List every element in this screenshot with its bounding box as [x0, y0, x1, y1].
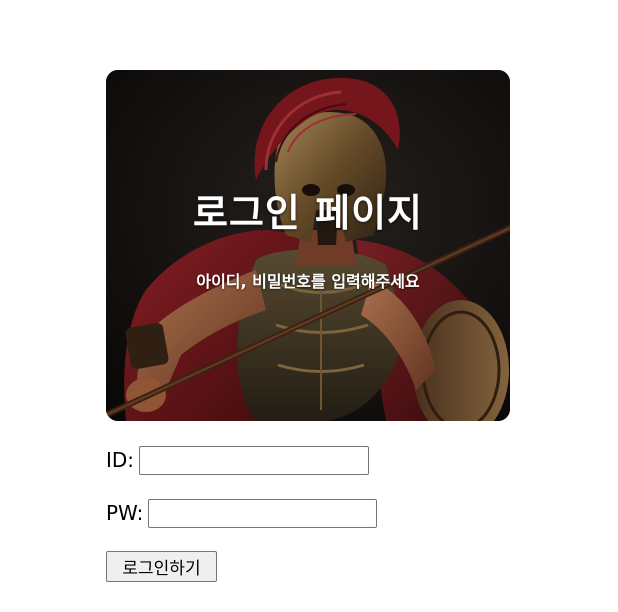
- id-row: ID:: [106, 446, 370, 475]
- page-subtitle: 아이디, 비밀번호를 입력해주세요: [196, 272, 420, 291]
- pw-input[interactable]: [148, 499, 378, 528]
- hero-banner: 로그인 페이지 아이디, 비밀번호를 입력해주세요: [106, 70, 510, 421]
- page-title: 로그인 페이지: [193, 191, 423, 235]
- pw-label: PW:: [106, 501, 144, 525]
- login-button[interactable]: 로그인하기: [106, 551, 217, 582]
- id-input[interactable]: [139, 446, 370, 475]
- pw-row: PW:: [106, 499, 378, 528]
- spartan-warrior-image: [106, 70, 510, 421]
- id-label: ID:: [106, 448, 135, 472]
